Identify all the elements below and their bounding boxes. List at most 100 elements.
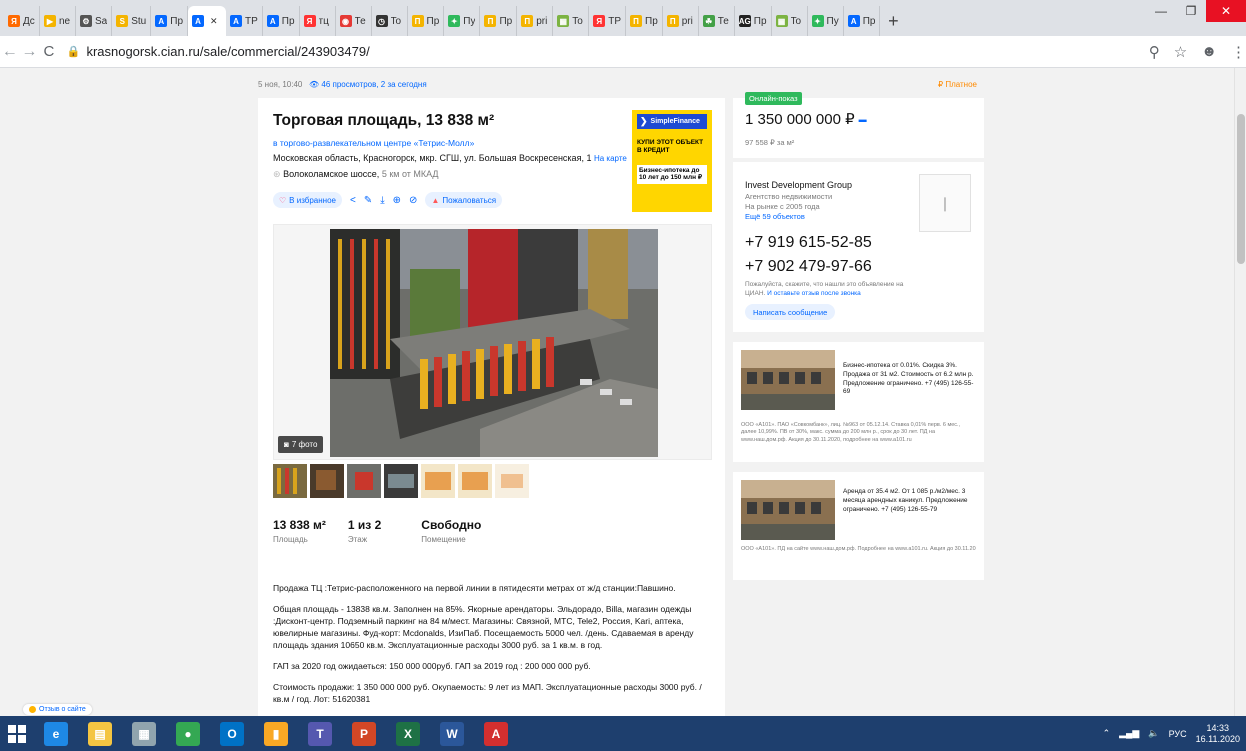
browser-tab[interactable]: ✦ Пу <box>444 6 481 36</box>
paid-label[interactable]: ₽ Платное <box>938 80 977 89</box>
write-message-button[interactable]: Написать сообщение <box>745 304 836 320</box>
main-photo[interactable] <box>330 229 658 457</box>
taskbar-app[interactable]: X <box>386 716 430 751</box>
tab-favicon-icon: Я <box>303 15 316 27</box>
page-scrollbar[interactable] <box>1234 68 1246 716</box>
share-icon[interactable]: < <box>350 195 356 206</box>
reload-button[interactable]: C <box>39 43 59 60</box>
tray-arrow-icon[interactable]: ⌃ <box>1103 728 1111 739</box>
browser-tab[interactable]: ☘ Те <box>699 6 735 36</box>
thumbnail[interactable] <box>421 464 455 498</box>
zoom-icon[interactable]: ⚲ <box>1149 43 1160 61</box>
agent-since: На рынке с 2005 года <box>745 202 820 211</box>
download-icon[interactable]: ⤓ <box>380 195 384 206</box>
browser-tab[interactable]: ◷ To <box>372 6 408 36</box>
taskbar-app[interactable]: A <box>474 716 518 751</box>
listing-actions: ♡ В избранное < ✎ ⤓ ⊕ ⊘ ▲ Пожаловаться <box>273 192 503 208</box>
photo-gallery[interactable]: ◙ 7 фото <box>273 224 712 460</box>
browser-tab[interactable]: Я TP <box>589 6 626 36</box>
tab-favicon-icon: ▦ <box>557 15 570 27</box>
phone-2[interactable]: +7 902 479-97-66 <box>745 258 872 276</box>
browser-tab[interactable]: П Пр <box>626 6 663 36</box>
review-link[interactable]: И оставьте отзыв после звонка <box>767 290 861 297</box>
forward-button[interactable]: → <box>20 43 40 61</box>
mall-link[interactable]: в торгово-развлекательном центре «Тетрис… <box>273 138 474 148</box>
back-button[interactable]: ← <box>0 43 20 61</box>
browser-tab[interactable]: Я Дс <box>4 6 40 36</box>
address-bar[interactable]: 🔒 krasnogorsk.cian.ru/sale/commercial/24… <box>67 40 1107 64</box>
taskbar-app[interactable]: T <box>298 716 342 751</box>
a101-ad-1[interactable]: Бизнес-ипотека от 0.01%. Скидка 3%. Прод… <box>733 342 984 462</box>
ad-building-image <box>741 480 835 540</box>
browser-tab[interactable]: ▦ To <box>772 6 808 36</box>
views-count[interactable]: 👁 46 просмотров, 2 за сегодня <box>309 80 427 89</box>
browser-tab[interactable]: S Stu <box>112 6 152 36</box>
browser-tab[interactable]: A Пр <box>844 6 881 36</box>
taskbar-app[interactable]: ▮ <box>254 716 298 751</box>
start-button[interactable] <box>0 716 34 751</box>
ad-subline: Бизнес-ипотека до 10 лет до 150 млн ₽ <box>637 164 707 185</box>
camera-icon: ◙ <box>284 440 289 449</box>
browser-tab[interactable]: A Пр <box>151 6 188 36</box>
simplefinance-ad[interactable]: ❯ SimpleFinance КУПИ ЭТОТ ОБЪЕКТ В КРЕДИТ… <box>632 110 712 212</box>
scrollbar-thumb[interactable] <box>1237 114 1245 264</box>
volume-icon[interactable]: 🔈 <box>1148 728 1159 739</box>
taskbar-app[interactable]: e <box>34 716 78 751</box>
taskbar-app[interactable]: ▦ <box>122 716 166 751</box>
thumbnail[interactable] <box>273 464 307 498</box>
word-icon: W <box>440 721 464 746</box>
browser-tab[interactable]: ◉ Те <box>336 6 372 36</box>
browser-tab[interactable]: A ✕ <box>188 6 226 36</box>
browser-tab[interactable]: AG Пр <box>735 6 772 36</box>
a101-ad-2[interactable]: Аренда от 35.4 м2. От 1 085 р./м2/мес. 3… <box>733 472 984 580</box>
browser-tab[interactable]: A Пр <box>263 6 300 36</box>
print-icon[interactable]: ⊕ <box>393 195 401 206</box>
bookmark-star-icon[interactable]: ☆ <box>1174 43 1187 61</box>
phone-1[interactable]: +7 919 615-52-85 <box>745 234 872 252</box>
browser-tab[interactable]: ⚙ Sa <box>76 6 113 36</box>
browser-tab[interactable]: П Пр <box>408 6 445 36</box>
browser-tab[interactable]: ▶ ne <box>40 6 76 36</box>
browser-tab[interactable]: Ятц <box>300 6 336 36</box>
thumbnail[interactable] <box>347 464 381 498</box>
report-button[interactable]: ▲ Пожаловаться <box>425 192 503 208</box>
taskbar-app[interactable]: O <box>210 716 254 751</box>
browser-tab[interactable]: Пpri <box>663 6 699 36</box>
call-note: Пожалуйста, скажите, что нашли это объяв… <box>745 281 904 298</box>
thumbnail[interactable] <box>458 464 492 498</box>
map-link[interactable]: На карте <box>594 154 627 163</box>
site-feedback-button[interactable]: Отзыв о сайте <box>23 704 92 715</box>
agent-logo[interactable]: ❘ <box>919 174 971 232</box>
menu-kebab-icon[interactable]: ⋮ <box>1231 43 1246 61</box>
browser-tab[interactable]: П Пр <box>480 6 518 36</box>
network-icon[interactable]: ▂▄▆ <box>1119 728 1139 739</box>
language-indicator[interactable]: РУС <box>1169 729 1187 739</box>
browser-tab[interactable]: A TP <box>226 6 263 36</box>
hide-icon[interactable]: ⊘ <box>409 195 417 206</box>
description-card: Продажа ТЦ :Тетрис-расположенного на пер… <box>258 566 725 716</box>
taskbar-app[interactable]: ▤ <box>78 716 122 751</box>
close-window-button[interactable]: ✕ <box>1206 0 1246 22</box>
minimize-button[interactable]: — <box>1146 0 1176 22</box>
browser-tab[interactable]: Пpri <box>517 6 554 36</box>
edit-icon[interactable]: ✎ <box>364 195 372 206</box>
thumbnail[interactable] <box>310 464 344 498</box>
clock[interactable]: 14:33 16.11.2020 <box>1196 723 1240 745</box>
agent-name[interactable]: Invest Development Group <box>745 180 852 190</box>
ad-text: Бизнес-ипотека от 0.01%. Скидка 3%. Прод… <box>843 362 974 396</box>
agent-more-link[interactable]: Ещё 59 объектов <box>745 212 805 221</box>
taskbar-app[interactable]: ● <box>166 716 210 751</box>
maximize-button[interactable]: ❐ <box>1176 0 1206 22</box>
tab-close-icon[interactable]: ✕ <box>210 16 218 27</box>
new-tab-button[interactable]: + <box>880 6 906 36</box>
browser-tab[interactable]: ▦ To <box>553 6 590 36</box>
photo-count-badge[interactable]: ◙ 7 фото <box>278 436 324 453</box>
favorite-button[interactable]: ♡ В избранное <box>273 192 342 208</box>
profile-icon[interactable]: ☻ <box>1201 43 1217 61</box>
taskbar-app[interactable]: P <box>342 716 386 751</box>
thumbnail[interactable] <box>495 464 529 498</box>
price-history-icon[interactable]: ▬ <box>859 115 867 124</box>
browser-tab[interactable]: ✦ Пу <box>808 6 844 36</box>
thumbnail[interactable] <box>384 464 418 498</box>
taskbar-app[interactable]: W <box>430 716 474 751</box>
